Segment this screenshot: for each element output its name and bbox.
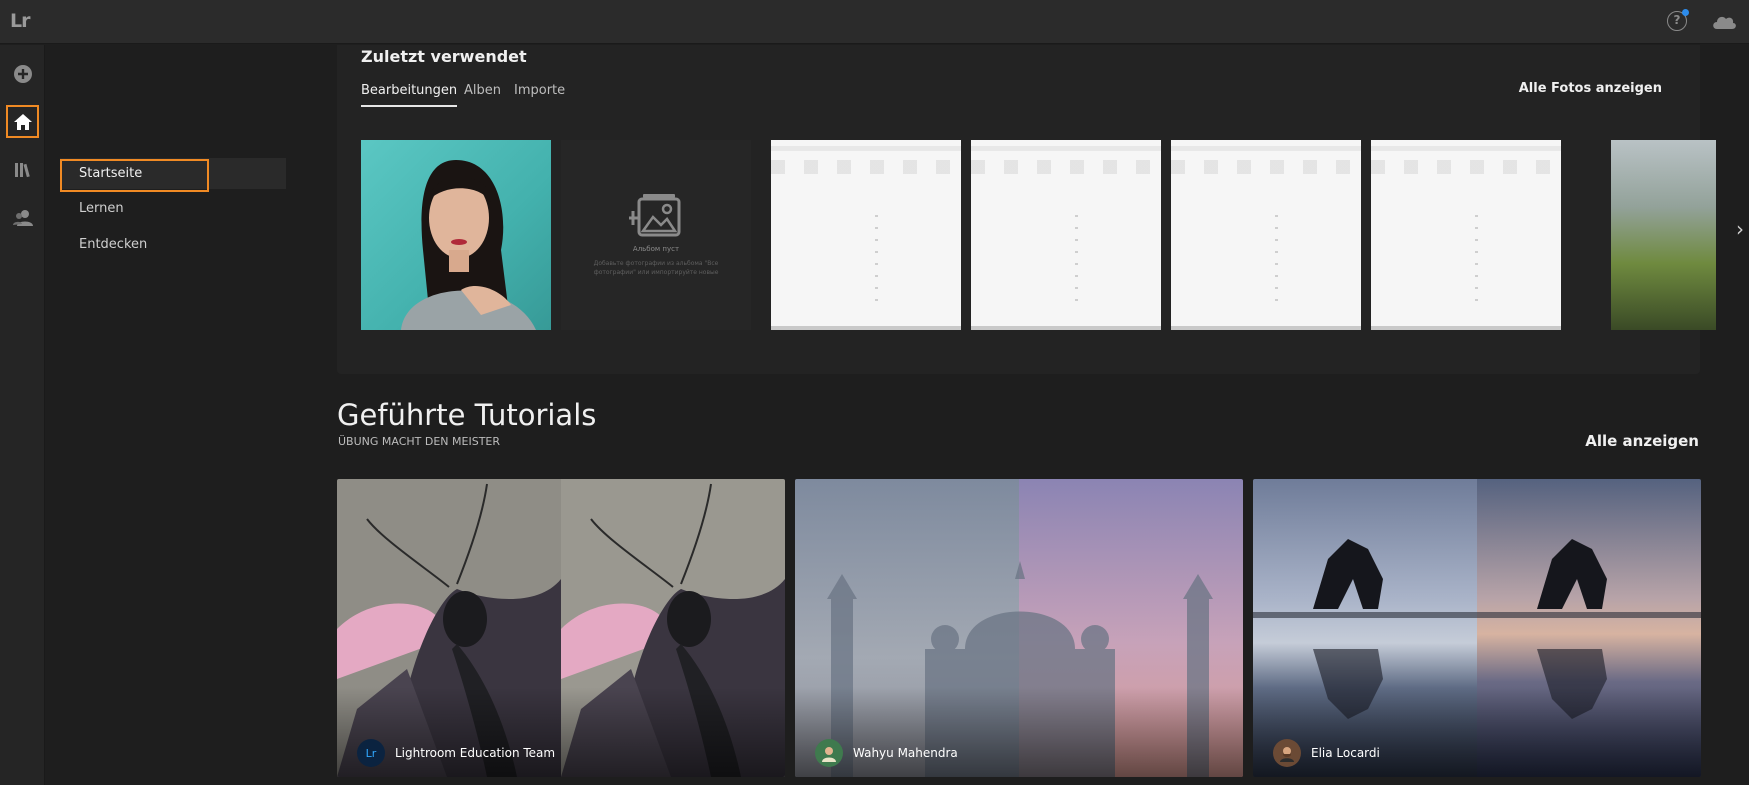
show-all-tutorials-link[interactable]: Alle anzeigen: [1585, 432, 1699, 450]
tutorial-author: Lr Lightroom Education Team: [357, 739, 555, 767]
left-rail: [0, 45, 45, 785]
recent-section: Zuletzt verwendet Bearbeitungen Alben Im…: [337, 45, 1744, 374]
recent-screenshot-2[interactable]: [971, 140, 1161, 330]
app-logo: Lr: [10, 10, 31, 32]
recent-album-empty[interactable]: Альбом пуст Добавьте фотографии из альбо…: [561, 140, 751, 330]
empty-album-label: Альбом пуст: [632, 245, 680, 253]
tutorial-author: Elia Locardi: [1273, 739, 1380, 767]
tutorials-subtitle: ÜBUNG MACHT DEN MEISTER: [338, 435, 501, 448]
author-name: Lightroom Education Team: [395, 746, 556, 760]
tab-importe[interactable]: Importe: [514, 83, 565, 98]
recent-screenshot-4[interactable]: [1371, 140, 1561, 330]
tab-alben[interactable]: Alben: [464, 83, 501, 98]
help-label: ?: [1673, 13, 1681, 27]
recent-photo-mountain[interactable]: [1611, 140, 1716, 330]
tutorials-title: Geführte Tutorials: [337, 398, 597, 432]
empty-album-hint: Добавьте фотографии из альбома "Все фото…: [593, 260, 719, 276]
author-name: Wahyu Mahendra: [853, 746, 958, 760]
tutorial-card-rock[interactable]: Elia Locardi: [1253, 479, 1701, 777]
empty-album-icon: [629, 194, 681, 237]
home-icon[interactable]: [6, 105, 39, 138]
tutorial-author: Wahyu Mahendra: [815, 739, 958, 767]
recent-screenshot-3[interactable]: [1171, 140, 1361, 330]
tutorial-card-butterfly[interactable]: Lr Lightroom Education Team: [337, 479, 785, 777]
people-icon[interactable]: [6, 201, 39, 234]
recent-photo-portrait[interactable]: [361, 140, 551, 330]
portrait-image: [401, 160, 536, 330]
sidebar-item-label: Lernen: [79, 201, 124, 216]
tab-bearbeitungen[interactable]: Bearbeitungen: [361, 83, 458, 107]
tutorial-card-taj-mahal[interactable]: Wahyu Mahendra: [795, 479, 1243, 777]
avatar: [1273, 739, 1301, 767]
sidebar-item-label: Startseite: [79, 166, 143, 181]
help-icon[interactable]: ?: [1667, 9, 1689, 31]
author-name: Elia Locardi: [1311, 746, 1380, 760]
recent-screenshot-1[interactable]: [771, 140, 961, 330]
sidebar-item-startseite[interactable]: Startseite: [60, 158, 286, 189]
sidebar-item-lernen[interactable]: Lernen: [60, 193, 286, 224]
cloud-icon[interactable]: [1710, 12, 1738, 32]
chevron-right-icon[interactable]: ›: [1725, 215, 1749, 245]
recent-title: Zuletzt verwendet: [361, 47, 527, 66]
avatar: [815, 739, 843, 767]
avatar: Lr: [357, 739, 385, 767]
sidebar-item-label: Entdecken: [79, 237, 148, 252]
sidebar-item-entdecken[interactable]: Entdecken: [60, 229, 286, 260]
library-icon[interactable]: [6, 153, 39, 186]
main-content: Zuletzt verwendet Bearbeitungen Alben Im…: [287, 45, 1749, 785]
notification-dot: [1682, 9, 1689, 16]
top-bar: Lr ?: [0, 0, 1749, 44]
add-icon[interactable]: [6, 57, 39, 90]
sidebar: Startseite Lernen Entdecken: [45, 45, 287, 785]
show-all-photos-link[interactable]: Alle Fotos anzeigen: [1519, 81, 1662, 96]
